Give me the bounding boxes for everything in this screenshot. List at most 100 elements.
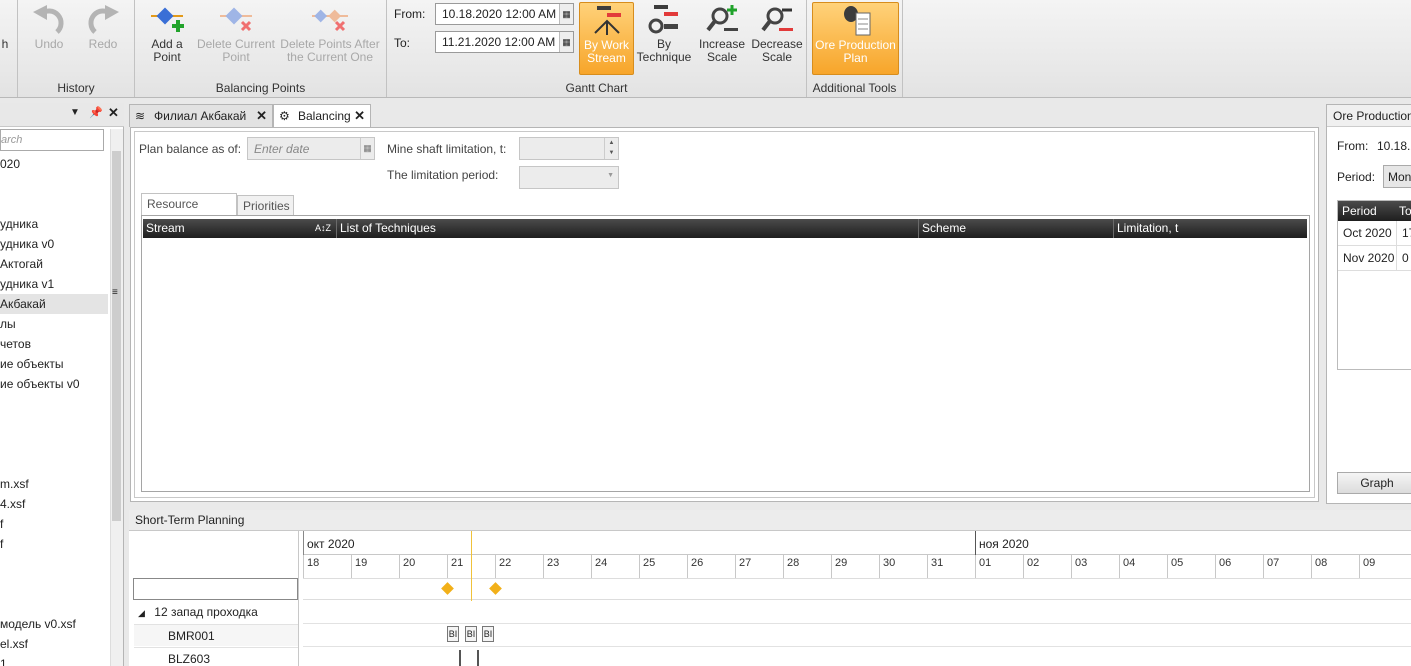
tree-item[interactable] bbox=[0, 434, 108, 454]
explorer-panel: ▼ 📌 ✕ arch 020 удника удника v0 Актогай удни… bbox=[0, 103, 124, 666]
close-icon[interactable]: ✕ bbox=[108, 105, 119, 121]
limitation-period-select[interactable]: ▼ bbox=[519, 166, 619, 189]
tree-item[interactable] bbox=[0, 594, 108, 614]
gantt-filter-input[interactable] bbox=[133, 578, 298, 600]
mine-shaft-limitation-input[interactable]: ▲ ▼ bbox=[519, 137, 619, 160]
plan-balance-label: Plan balance as of: bbox=[139, 142, 242, 156]
to-date-input[interactable]: 11.21.2020 12:00 AM ▦ bbox=[435, 31, 574, 53]
ore-table-header: Period To bbox=[1338, 201, 1411, 221]
tree-item[interactable] bbox=[0, 554, 108, 574]
layers-icon: ≋ bbox=[135, 109, 146, 123]
tab-branch[interactable]: ≋ Филиал Акбакай ✕ bbox=[129, 104, 273, 127]
tree-item[interactable]: удника v1 bbox=[0, 274, 108, 294]
delete-point-icon bbox=[195, 2, 277, 38]
redo-icon bbox=[80, 2, 126, 38]
task-bar[interactable]: BI bbox=[482, 626, 494, 642]
chevron-down-icon: ▼ bbox=[607, 172, 614, 179]
ore-row-period: Oct 2020 bbox=[1338, 221, 1397, 246]
tree-item[interactable]: 020 bbox=[0, 154, 108, 174]
tree-item[interactable] bbox=[0, 194, 108, 214]
current-date-marker bbox=[471, 531, 472, 601]
period-select[interactable]: Mon bbox=[1383, 165, 1411, 188]
zoom-out-icon bbox=[751, 2, 803, 38]
delete-current-point-button[interactable]: Delete Current Point bbox=[195, 2, 277, 72]
delete-points-after-button[interactable]: Delete Points After the Current One bbox=[279, 2, 381, 72]
by-work-stream-button[interactable]: By Work Stream bbox=[579, 2, 634, 75]
task-bar[interactable]: BI bbox=[465, 626, 477, 642]
from-label: From: bbox=[394, 7, 426, 21]
grip-icon: ≡ bbox=[112, 287, 118, 298]
task-marker[interactable] bbox=[459, 650, 461, 666]
increase-scale-button[interactable]: Increase Scale bbox=[696, 2, 748, 72]
ribbon-group-history: Undo Redo History bbox=[18, 0, 135, 97]
ore-row-period: Nov 2020 bbox=[1338, 246, 1397, 271]
tree-item[interactable]: el.xsf bbox=[0, 634, 108, 654]
month-label: ноя 2020 bbox=[975, 531, 1411, 555]
dropdown-icon[interactable]: ▼ bbox=[70, 107, 80, 118]
column-header-stream[interactable]: Stream A↕Z bbox=[143, 219, 337, 238]
calendar-icon[interactable]: ▦ bbox=[360, 138, 374, 159]
partial-button[interactable]: h bbox=[0, 38, 10, 108]
tree-item[interactable]: удника v0 bbox=[0, 234, 108, 254]
task-marker[interactable] bbox=[477, 650, 479, 666]
spin-up-icon[interactable]: ▲ bbox=[604, 138, 618, 148]
tree-item[interactable] bbox=[0, 174, 108, 194]
tab-priorities[interactable]: Priorities bbox=[237, 195, 294, 215]
close-tab-icon[interactable]: ✕ bbox=[256, 105, 267, 127]
from-date-input[interactable]: 10.18.2020 12:00 AM ▦ bbox=[435, 3, 574, 25]
column-header-limitation[interactable]: Limitation, t bbox=[1114, 219, 1307, 238]
close-tab-icon[interactable]: ✕ bbox=[354, 105, 365, 127]
calendar-icon[interactable]: ▦ bbox=[559, 4, 573, 24]
tab-resource-editor[interactable]: Resource Editor bbox=[141, 193, 237, 231]
add-point-button[interactable]: Add a Point bbox=[143, 2, 191, 72]
mine-shaft-label: Mine shaft limitation, t: bbox=[387, 142, 507, 156]
tree-item[interactable] bbox=[0, 574, 108, 594]
decrease-scale-button[interactable]: Decrease Scale bbox=[751, 2, 803, 72]
gantt-row-label[interactable]: BMR001 bbox=[134, 624, 298, 646]
scrollbar-thumb[interactable] bbox=[112, 151, 121, 521]
spin-down-icon[interactable]: ▼ bbox=[604, 148, 618, 159]
plan-balance-date-input[interactable]: Enter date ▦ bbox=[247, 137, 375, 160]
undo-button[interactable]: Undo bbox=[26, 2, 72, 72]
ore-production-plan-button[interactable]: Ore Production Plan bbox=[812, 2, 899, 75]
tree-item[interactable] bbox=[0, 454, 108, 474]
tree-item[interactable]: удника bbox=[0, 214, 108, 234]
tree-item[interactable]: четов bbox=[0, 334, 108, 354]
tree-item[interactable]: 1 bbox=[0, 654, 108, 666]
column-header-scheme[interactable]: Scheme bbox=[919, 219, 1114, 238]
tree-item[interactable]: ие объекты v0 bbox=[0, 374, 108, 394]
ore-row-total: 17 bbox=[1397, 221, 1411, 246]
task-bar[interactable]: BI bbox=[447, 626, 459, 642]
ribbon-group-partial: h bbox=[0, 0, 18, 97]
tree-item[interactable]: Акбакай bbox=[0, 294, 108, 314]
tree-item[interactable]: ие объекты bbox=[0, 354, 108, 374]
tree-item[interactable]: 4.xsf bbox=[0, 494, 108, 514]
tree-item[interactable]: лы bbox=[0, 314, 108, 334]
expand-arrow-icon[interactable]: ◢ bbox=[138, 608, 145, 618]
redo-button[interactable]: Redo bbox=[80, 2, 126, 72]
explorer-tree: 020 удника удника v0 Актогай удника v1 Акбака… bbox=[0, 154, 110, 666]
tree-item[interactable]: модель v0.xsf bbox=[0, 614, 108, 634]
tree-item[interactable]: f bbox=[0, 514, 108, 534]
short-term-planning-title: Short-Term Planning bbox=[129, 510, 1411, 531]
tree-item[interactable] bbox=[0, 414, 108, 434]
column-header-techniques[interactable]: List of Techniques bbox=[337, 219, 919, 238]
by-technique-button[interactable]: By Technique bbox=[636, 2, 692, 72]
ribbon: h Undo Redo History Add a Point Delete C… bbox=[0, 0, 1411, 98]
gantt-group-row[interactable]: ◢ 12 запад проходка bbox=[134, 601, 298, 623]
gantt-row-label[interactable]: BLZ603 bbox=[134, 647, 298, 666]
tab-balancing[interactable]: ⚙ Balancing ✕ bbox=[273, 104, 371, 127]
group-label-additional-tools: Additional Tools bbox=[812, 81, 897, 95]
pin-icon[interactable]: 📌 bbox=[89, 106, 103, 119]
sort-icon[interactable]: A↕Z bbox=[315, 219, 331, 238]
graph-button[interactable]: Graph bbox=[1337, 472, 1411, 494]
tree-item[interactable]: m.xsf bbox=[0, 474, 108, 494]
rp-from-value: 10.18.2 bbox=[1377, 139, 1411, 153]
tree-item[interactable]: Актогай bbox=[0, 254, 108, 274]
ore-production-title: Ore Production bbox=[1327, 105, 1411, 127]
calendar-icon[interactable]: ▦ bbox=[559, 32, 573, 52]
search-input[interactable]: arch bbox=[0, 129, 104, 151]
ribbon-group-balancing-points: Add a Point Delete Current Point Delete … bbox=[135, 0, 387, 97]
tree-item[interactable]: f bbox=[0, 534, 108, 554]
tree-item[interactable] bbox=[0, 394, 108, 414]
